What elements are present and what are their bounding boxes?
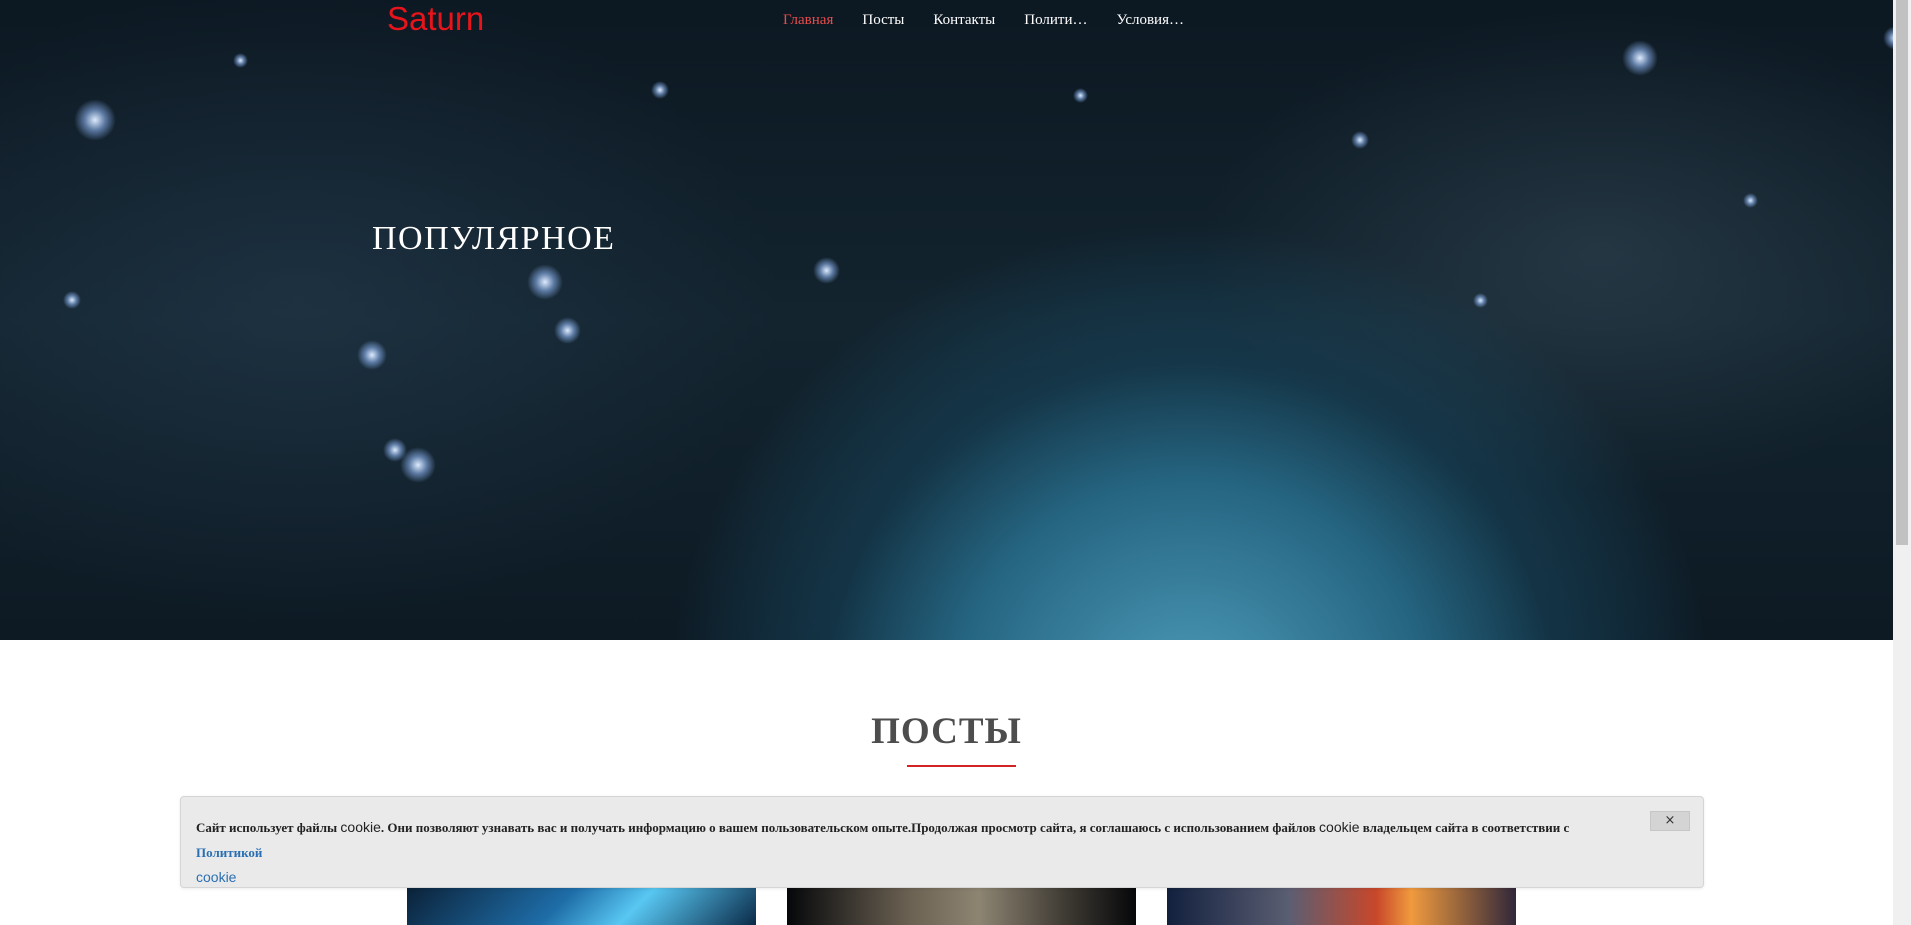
star-glow [1351,131,1369,149]
star-glow [357,340,387,370]
nav-item-terms[interactable]: Условия… [1117,10,1184,30]
star-glow [553,316,581,344]
star-glow [812,256,840,284]
nav-item-posts[interactable]: Посты [862,10,904,30]
cookie-text-part-2: . Они позволяют узнавать вас и получать … [380,820,1320,835]
star-glow [232,52,248,68]
star-glow [1622,40,1658,76]
cookie-text-part-3: владельцем сайта в соответствии с [1359,820,1570,835]
star-glow [1072,87,1088,103]
nav-item-policy[interactable]: Полити… [1024,10,1087,30]
nav-item-contacts[interactable]: Контакты [933,10,995,30]
star-glow [1472,292,1488,308]
scrollbar-thumb[interactable] [1896,0,1908,545]
cookie-text-part-1: Сайт использует файлы [196,820,341,835]
cookie-message: Сайт использует файлы cookie. Они позвол… [196,815,1626,890]
star-glow [651,81,669,99]
cookie-policy-link-continued[interactable]: cookie [196,869,236,885]
star-glow [1742,192,1758,208]
hero-title: ПОПУЛЯРНОЕ [372,220,616,257]
cookie-close-button[interactable]: × [1650,811,1690,831]
cookie-word-2: cookie [1319,819,1360,835]
star-glow [527,264,563,300]
hero-banner: Saturn Главная Посты Контакты Полити… Ус… [0,0,1893,640]
nav-item-home[interactable]: Главная [783,10,833,30]
section-title-underline [907,765,1016,767]
star-glow [63,291,81,309]
site-logo[interactable]: Saturn [387,0,484,38]
cookie-policy-link[interactable]: Политикой [196,845,262,860]
star-glow [74,99,116,141]
posts-section-title: ПОСТЫ [871,711,1022,752]
cookie-banner: Сайт использует файлы cookie. Они позвол… [180,796,1704,888]
page-scrollbar[interactable] [1893,0,1911,925]
cookie-word-1: cookie [340,819,381,835]
star-glow [383,438,407,462]
main-nav: Главная Посты Контакты Полити… Условия… [783,10,1213,30]
star-glow [1883,26,1893,50]
